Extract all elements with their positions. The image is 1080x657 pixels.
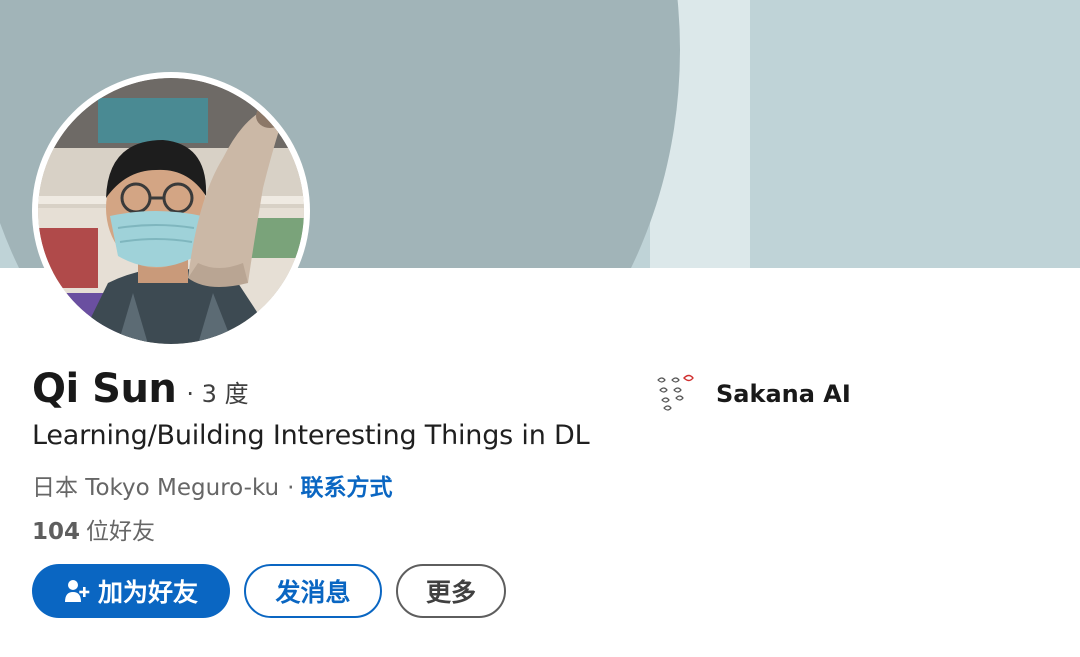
connect-button[interactable]: 加为好友 <box>32 564 230 618</box>
separator-dot: · <box>287 475 295 501</box>
avatar[interactable] <box>32 72 310 350</box>
profile-card: Qi Sun · 3 度 Learning/Building Interesti… <box>0 0 1080 657</box>
name-row: Qi Sun · 3 度 <box>32 366 249 422</box>
banner-right-panel <box>750 0 1080 268</box>
location-row: 日本 Tokyo Meguro-ku · 联系方式 <box>32 468 392 502</box>
connection-degree: · 3 度 <box>186 380 249 408</box>
sakana-fish-logo <box>657 374 694 411</box>
person-add-icon <box>64 578 90 604</box>
profile-name: Qi Sun <box>32 366 177 412</box>
action-buttons: 加为好友 发消息 更多 <box>32 564 506 618</box>
contact-info-link[interactable]: 联系方式 <box>300 468 392 502</box>
current-company[interactable]: Sakana AI <box>654 372 851 416</box>
more-button[interactable]: 更多 <box>396 564 506 618</box>
connections-count: 104 <box>32 519 81 545</box>
avatar-photo <box>38 78 304 344</box>
profile-location: 日本 Tokyo Meguro-ku <box>32 475 280 501</box>
profile-headline: Learning/Building Interesting Things in … <box>32 420 590 451</box>
company-name: Sakana AI <box>716 380 851 408</box>
connect-button-label: 加为好友 <box>97 578 198 607</box>
connections-label: 位好友 <box>86 519 156 545</box>
connections-row[interactable]: 104 位好友 <box>32 512 155 546</box>
message-button[interactable]: 发消息 <box>244 564 382 618</box>
